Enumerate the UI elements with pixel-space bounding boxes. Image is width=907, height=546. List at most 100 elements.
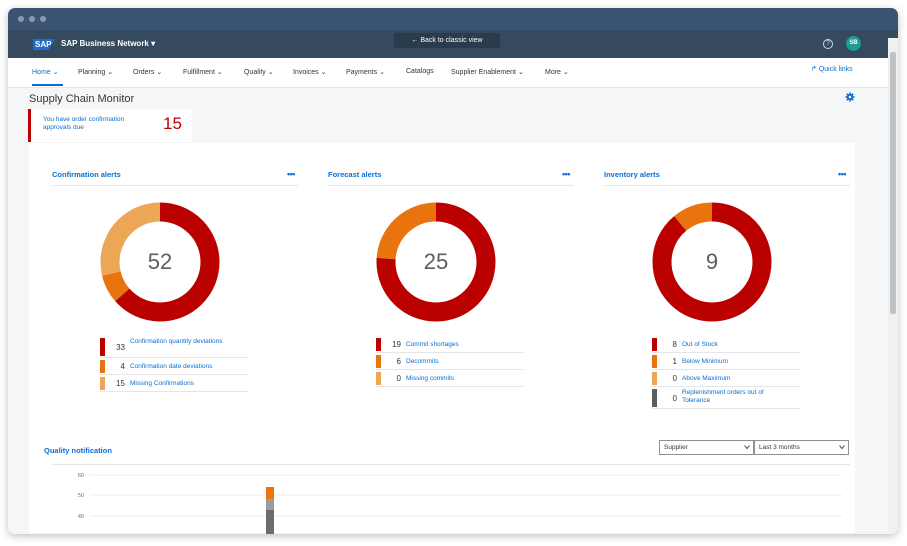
quick-links-button[interactable]: ↱ Quick links xyxy=(811,65,853,73)
divider xyxy=(328,185,574,186)
scrollbar[interactable] xyxy=(888,38,898,534)
legend-value: 0 xyxy=(672,374,677,383)
chevron-down-icon xyxy=(839,445,845,450)
legend-item[interactable]: 4 Confirmation date deviations xyxy=(100,358,248,375)
tab-label: Orders xyxy=(133,69,155,76)
tab-label: Payments xyxy=(346,69,378,76)
quality-notification-title[interactable]: Quality notification xyxy=(44,446,112,455)
tab-orders[interactable]: Orders ⌄ xyxy=(133,68,162,76)
alert-count: 15 xyxy=(163,114,182,133)
sap-logo[interactable]: SAP xyxy=(33,39,55,50)
quick-links-label: Quick links xyxy=(818,66,853,73)
order-confirmation-alert-card[interactable]: You have order confirmation approvals du… xyxy=(28,109,192,142)
legend-label[interactable]: Decommits xyxy=(406,358,439,365)
legend-item[interactable]: 15 Missing Confirmations xyxy=(100,375,248,392)
tab-quality[interactable]: Quality ⌄ xyxy=(244,68,274,76)
tab-catalogs[interactable]: Catalogs xyxy=(406,68,434,75)
legend-label[interactable]: Commit shortages xyxy=(406,341,459,348)
y-tick-label: 50 xyxy=(78,493,84,499)
legend-value: 6 xyxy=(396,357,401,366)
help-icon[interactable]: ? xyxy=(823,39,833,49)
chevron-down-icon xyxy=(744,445,750,450)
tab-label: Home xyxy=(32,69,51,76)
window-dot[interactable] xyxy=(40,16,46,22)
inventory-alerts-title[interactable]: Inventory alerts xyxy=(604,170,660,179)
legend-label[interactable]: Confirmation quantity deviations xyxy=(130,338,230,346)
legend-item[interactable]: 8 Out of Stock xyxy=(652,336,800,353)
tab-label: Invoices xyxy=(293,69,319,76)
legend-value: 0 xyxy=(672,394,677,403)
confirmation-alerts-donut[interactable]: 52 xyxy=(100,202,220,322)
legend-label[interactable]: Replenishment orders out of Tolerance xyxy=(682,389,782,405)
legend-label[interactable]: Missing Confirmations xyxy=(130,380,194,387)
y-tick-label: 40 xyxy=(78,514,84,520)
donut-total: 9 xyxy=(706,249,718,274)
donut-total: 25 xyxy=(424,249,448,274)
tab-payments[interactable]: Payments ⌄ xyxy=(346,68,385,76)
bar-segment[interactable] xyxy=(266,487,274,499)
page-title: Supply Chain Monitor xyxy=(29,93,135,105)
legend-item[interactable]: 6 Decommits xyxy=(376,353,524,370)
supplier-select[interactable]: Supplier xyxy=(659,440,754,455)
legend-value: 1 xyxy=(672,357,677,366)
tab-planning[interactable]: Planning ⌄ xyxy=(78,68,113,76)
more-options-icon[interactable]: ••• xyxy=(562,169,570,179)
window-titlebar xyxy=(8,8,898,30)
legend-item[interactable]: 33 Confirmation quantity deviations xyxy=(100,336,248,358)
divider xyxy=(52,464,850,465)
period-select[interactable]: Last 3 months xyxy=(754,440,849,455)
tab-label: Planning xyxy=(78,69,106,76)
bar-segment[interactable] xyxy=(266,499,274,505)
tab-more[interactable]: More ⌄ xyxy=(545,68,569,76)
tab-label: Supplier Enablement xyxy=(451,69,516,76)
tab-label: Catalogs xyxy=(406,68,434,75)
gear-icon[interactable] xyxy=(845,92,855,102)
alert-text: You have order confirmation approvals du… xyxy=(43,116,125,131)
tab-label: Quality xyxy=(244,69,266,76)
scroll-thumb[interactable] xyxy=(890,52,896,314)
legend-item[interactable]: 1 Below Minimum xyxy=(652,353,800,370)
divider xyxy=(52,185,298,186)
more-options-icon[interactable]: ••• xyxy=(287,169,295,179)
legend-item[interactable]: 0 Replenishment orders out of Tolerance xyxy=(652,387,800,409)
legend-value: 15 xyxy=(116,379,125,388)
quality-notification-chart[interactable]: 60 50 40 xyxy=(52,466,850,534)
back-to-classic-button[interactable]: ← Back to classic view xyxy=(394,33,500,48)
brand-label: SAP Business Network xyxy=(61,39,149,48)
legend-label[interactable]: Above Maximum xyxy=(682,375,730,382)
tab-invoices[interactable]: Invoices ⌄ xyxy=(293,68,327,76)
legend-item[interactable]: 19 Commit shortages xyxy=(376,336,524,353)
inventory-alerts-donut[interactable]: 9 xyxy=(652,202,772,322)
legend-item[interactable]: 0 Above Maximum xyxy=(652,370,800,387)
legend-value: 0 xyxy=(396,374,401,383)
nav-tabbar: Home ⌄ Planning ⌄ Orders ⌄ Fulfillment ⌄… xyxy=(8,58,898,88)
forecast-alerts-title[interactable]: Forecast alerts xyxy=(328,170,381,179)
supplier-select-value: Supplier xyxy=(664,444,688,451)
period-select-value: Last 3 months xyxy=(759,444,800,451)
bar-segment[interactable] xyxy=(266,505,274,510)
legend-label[interactable]: Out of Stock xyxy=(682,341,718,348)
donut-total: 52 xyxy=(148,249,172,274)
divider xyxy=(604,185,850,186)
window-dot[interactable] xyxy=(29,16,35,22)
forecast-alerts-donut[interactable]: 25 xyxy=(376,202,496,322)
tab-supplier-enablement[interactable]: Supplier Enablement ⌄ xyxy=(451,68,524,76)
legend-label[interactable]: Confirmation date deviations xyxy=(130,363,212,370)
active-tab-indicator xyxy=(32,84,63,86)
tab-fulfillment[interactable]: Fulfillment ⌄ xyxy=(183,68,223,76)
brand-menu[interactable]: SAP Business Network ▾ xyxy=(61,39,155,48)
bar-segment[interactable] xyxy=(266,510,274,534)
y-tick-label: 60 xyxy=(78,473,84,479)
tab-home[interactable]: Home ⌄ xyxy=(32,68,59,76)
avatar[interactable]: SB xyxy=(846,36,861,51)
legend-label[interactable]: Missing commits xyxy=(406,375,454,382)
legend-item[interactable]: 0 Missing commits xyxy=(376,370,524,387)
legend-value: 4 xyxy=(120,362,125,371)
legend-value: 33 xyxy=(116,343,125,352)
legend-label[interactable]: Below Minimum xyxy=(682,358,728,365)
confirmation-alerts-title[interactable]: Confirmation alerts xyxy=(52,170,121,179)
shell-bar: SAP SAP Business Network ▾ ← Back to cla… xyxy=(8,30,898,58)
legend-value: 19 xyxy=(392,340,401,349)
window-dot[interactable] xyxy=(18,16,24,22)
more-options-icon[interactable]: ••• xyxy=(838,169,846,179)
